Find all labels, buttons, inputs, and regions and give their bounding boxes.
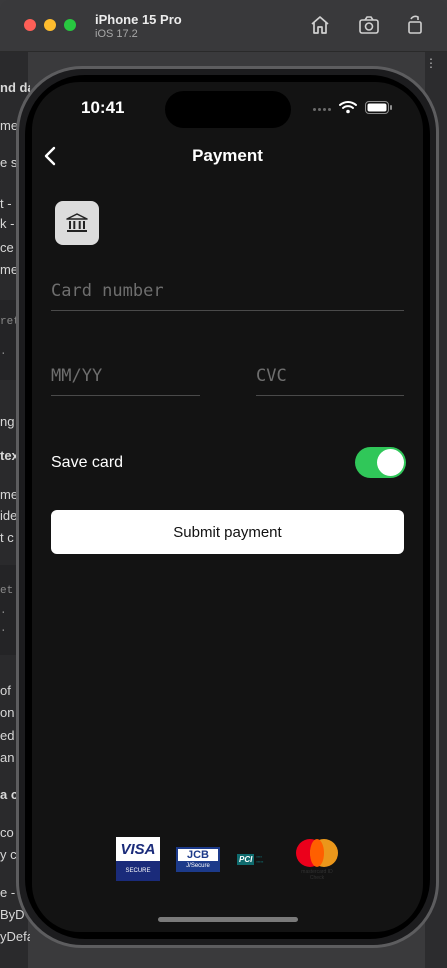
cvc-field-container — [256, 356, 404, 396]
bank-icon — [66, 213, 88, 232]
rotate-button[interactable] — [403, 13, 427, 37]
card-number-input[interactable] — [51, 271, 404, 310]
screenshot-button[interactable] — [357, 13, 381, 37]
visa-wordmark: VISA — [120, 840, 156, 858]
pci-logo: PCI ▪▪▪▪ ▪▪▪▪▪ — [237, 852, 281, 866]
background-text: yDefaul — [0, 929, 30, 944]
home-icon — [311, 16, 329, 34]
camera-icon — [359, 16, 379, 34]
expiry-field-container — [51, 356, 200, 396]
phone-screen: 10:41 Payment Card number MM/YY CVC Save… — [32, 82, 423, 932]
mastercard-id-check-logo: mastercard ID Check — [294, 837, 340, 883]
card-number-field-container — [51, 271, 404, 311]
simulator-toolbar: iPhone 15 Pro iOS 17.2 — [0, 0, 447, 52]
expiry-input[interactable] — [51, 356, 200, 395]
simulator-device-name: iPhone 15 Pro — [95, 12, 182, 27]
wifi-icon — [339, 101, 357, 114]
minimize-window-button[interactable] — [44, 19, 56, 31]
visa-secure-logo: VISA SECURE — [116, 837, 160, 881]
zoom-window-button[interactable] — [64, 19, 76, 31]
cellular-signal-icon — [313, 105, 333, 111]
mastercard-overlap — [310, 839, 324, 867]
dynamic-island — [165, 91, 291, 128]
background-text: nd da — [0, 80, 30, 95]
cvc-input[interactable] — [256, 356, 404, 395]
pci-tagline: ▪▪▪▪ ▪▪▪▪▪ — [256, 854, 264, 864]
home-indicator[interactable] — [158, 917, 298, 922]
close-window-button[interactable] — [24, 19, 36, 31]
jcb-secure-text: J/Secure — [178, 861, 218, 870]
pci-wordmark: PCI — [237, 853, 255, 865]
toggle-knob — [377, 449, 404, 476]
status-time: 10:41 — [81, 98, 125, 117]
bank-badge — [55, 201, 99, 245]
save-card-toggle[interactable] — [355, 447, 406, 478]
visa-secure-text: SECURE — [116, 861, 160, 881]
mastercard-text: mastercard ID Check — [301, 869, 333, 881]
jcb-secure-logo: JCB J/Secure — [176, 847, 220, 872]
page-title: Payment — [192, 146, 263, 165]
jcb-wordmark: JCB — [186, 849, 209, 861]
background-right-icons: ⋮ — [425, 56, 437, 70]
simulator-os-version: iOS 17.2 — [95, 28, 138, 40]
rotate-icon — [408, 15, 422, 34]
battery-icon — [365, 101, 392, 114]
save-card-label: Save card — [51, 454, 124, 471]
submit-payment-button[interactable]: Submit payment — [51, 510, 404, 554]
home-button[interactable] — [308, 13, 332, 37]
